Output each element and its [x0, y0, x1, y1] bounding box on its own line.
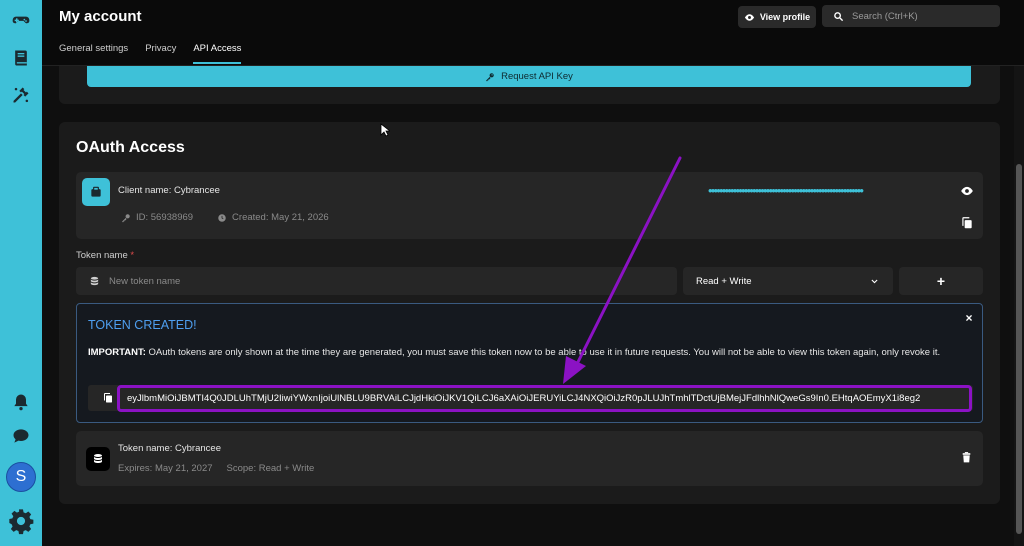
chevron-down-icon: [871, 279, 878, 283]
client-created: Created: May 21, 2026: [232, 212, 329, 223]
eye-icon: [744, 13, 754, 21]
left-rail: S: [0, 0, 42, 546]
token-name-input[interactable]: [109, 275, 649, 287]
token-value-row: eyJlbmMiOiJBMTI4Q0JDLUhTMjU2IiwiYWxnIjoi…: [88, 385, 973, 412]
client-id: ID: 56938969: [136, 212, 194, 223]
tools-icon[interactable]: [9, 83, 33, 107]
token-item-meta: Expires: May 21, 2027 Scope: Read + Writ…: [118, 463, 314, 474]
database-icon: [86, 447, 110, 471]
copy-token-icon[interactable]: [102, 392, 114, 404]
search-icon: [834, 11, 844, 21]
masked-client-secret: ••••••••••••••••••••••••••••••••••••••••…: [708, 184, 864, 198]
copy-secret-icon[interactable]: [960, 216, 974, 230]
tab-general-settings[interactable]: General settings: [59, 43, 128, 64]
client-app-icon: [82, 178, 110, 206]
tab-privacy[interactable]: Privacy: [145, 43, 176, 64]
request-api-key-button[interactable]: Request API Key: [87, 66, 971, 87]
clock-icon: [218, 213, 226, 222]
page-scrollbar[interactable]: [1014, 66, 1024, 546]
bell-icon[interactable]: [9, 390, 33, 414]
required-mark: *: [130, 250, 135, 261]
show-secret-eye-icon[interactable]: [960, 184, 974, 198]
token-list-item: Token name: Cybrancee Expires: May 21, 2…: [76, 431, 983, 486]
key-icon: [122, 213, 130, 222]
top-header: My account View profile General settings…: [42, 0, 1024, 66]
token-value[interactable]: eyJlbmMiOiJBMTI4Q0JDLUhTMjU2IiwiYWxnIjoi…: [117, 385, 972, 412]
token-name-label: Token name *: [76, 250, 134, 261]
token-name-label-text: Token name: [76, 250, 128, 261]
api-key-card: Request API Key: [59, 66, 1000, 104]
search-input[interactable]: [852, 10, 992, 22]
settings-gear-icon[interactable]: [6, 506, 36, 536]
client-name: Client name: Cybrancee: [118, 185, 220, 196]
token-item-scope: Scope: Read + Write: [226, 463, 315, 474]
view-profile-label: View profile: [759, 12, 811, 22]
token-name-field[interactable]: [76, 267, 677, 295]
oauth-access-card: OAuth Access Client name: Cybrancee ID: …: [59, 122, 1000, 504]
chat-icon[interactable]: [9, 424, 33, 448]
client-meta: ID: 56938969 Created: May 21, 2026: [121, 212, 329, 223]
book-icon[interactable]: [9, 46, 33, 70]
token-created-title: TOKEN CREATED!: [88, 318, 197, 332]
account-tabs: General settings Privacy API Access: [59, 43, 258, 64]
tab-api-access[interactable]: API Access: [193, 43, 242, 64]
app-root: S My account View profile General settin…: [0, 0, 1024, 546]
token-created-panel: TOKEN CREATED! × IMPORTANT: OAuth tokens…: [76, 303, 983, 423]
scope-select[interactable]: Read + Write: [683, 267, 893, 295]
trash-icon[interactable]: [960, 451, 973, 464]
page-title: My account: [59, 8, 142, 25]
important-label: IMPORTANT:: [88, 347, 146, 358]
close-icon[interactable]: ×: [963, 312, 975, 324]
token-item-expires: Expires: May 21, 2027: [118, 463, 213, 474]
request-api-key-label: Request API Key: [501, 71, 573, 82]
gamepad-icon[interactable]: [9, 8, 33, 32]
client-box: Client name: Cybrancee ID: 56938969 Crea…: [76, 172, 983, 239]
database-icon: [90, 276, 99, 285]
add-token-button[interactable]: +: [899, 267, 983, 295]
key-icon: [486, 72, 494, 81]
token-item-name: Token name: Cybrancee: [118, 443, 221, 454]
important-text: OAuth tokens are only shown at the time …: [145, 347, 941, 358]
important-notice: IMPORTANT: OAuth tokens are only shown a…: [88, 346, 958, 360]
search-box[interactable]: [822, 5, 1000, 27]
view-profile-button[interactable]: View profile: [738, 6, 816, 28]
mouse-cursor-icon: [380, 123, 390, 137]
oauth-title: OAuth Access: [76, 139, 185, 156]
scope-selected-value: Read + Write: [696, 275, 752, 287]
avatar-letter: S: [15, 468, 27, 485]
scrollbar-thumb[interactable]: [1016, 164, 1022, 534]
avatar[interactable]: S: [6, 462, 36, 492]
